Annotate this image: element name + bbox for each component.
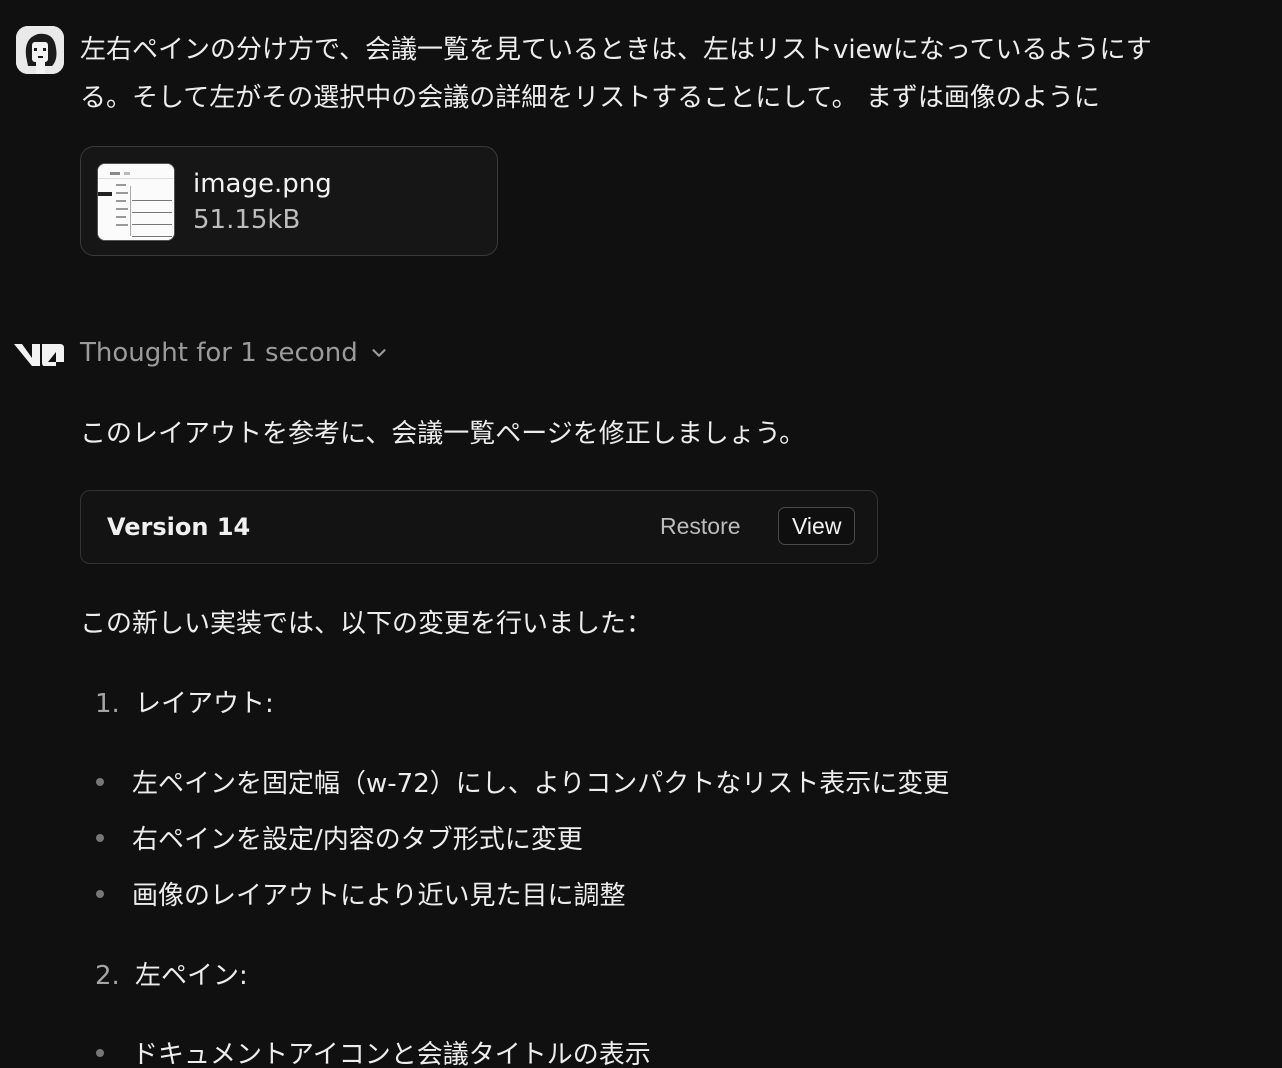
bullet-text: 左ペインを固定幅（w-72）にし、よりコンパクトなリスト表示に変更 — [132, 769, 950, 799]
attachment-filesize: 51.15kB — [193, 205, 301, 235]
bullet-item: 左ペインを固定幅（w-72）にし、よりコンパクトなリスト表示に変更 — [96, 763, 949, 800]
section-title: レイアウト: — [135, 689, 274, 719]
attachment-card[interactable]: image.png 51.15kB — [80, 146, 498, 256]
user-message-line-1: 左右ペインの分け方で、会議一覧を見ているときは、左はリストviewになっているよ… — [80, 35, 1152, 65]
bullet-dot — [96, 777, 104, 786]
ordered-list-item-1: 1. レイアウト: — [95, 683, 274, 720]
chevron-down-icon — [372, 349, 386, 357]
version-title: Version 14 — [107, 513, 251, 541]
bullet-dot — [96, 889, 104, 898]
bullet-item: 画像のレイアウトにより近い見た目に調整 — [96, 875, 625, 912]
user-message-line-2: る。そして左がその選択中の会議の詳細をリストすることにして。 まずは画像のように — [80, 83, 1100, 113]
list-number: 1. — [95, 689, 120, 719]
bullet-text: 右ペインを設定/内容のタブ形式に変更 — [132, 825, 583, 855]
user-message-text: 左右ペインの分け方で、会議一覧を見ているときは、左はリストviewになっているよ… — [80, 26, 1250, 122]
user-avatar — [16, 26, 64, 74]
version-card: Version 14 Restore View — [80, 490, 878, 564]
bullet-dot — [96, 1048, 104, 1057]
attachment-filename: image.png — [193, 169, 332, 199]
section-title: 左ペイン: — [135, 961, 248, 991]
view-button[interactable]: View — [778, 507, 856, 545]
bullet-dot — [96, 833, 104, 842]
restore-button[interactable]: Restore — [646, 507, 755, 545]
bullet-text: ドキュメントアイコンと会議タイトルの表示 — [132, 1040, 651, 1068]
thought-toggle[interactable]: Thought for 1 second — [80, 338, 390, 368]
v0-logo-icon — [14, 340, 64, 368]
thought-label: Thought for 1 second — [80, 338, 358, 368]
ordered-list-item-2: 2. 左ペイン: — [95, 955, 248, 992]
attachment-thumbnail — [97, 163, 175, 241]
assistant-intro-text: このレイアウトを参考に、会議一覧ページを修正しましょう。 — [80, 419, 806, 449]
list-number: 2. — [95, 961, 120, 991]
bullet-item: 右ペインを設定/内容のタブ形式に変更 — [96, 819, 583, 856]
changes-intro-text: この新しい実装では、以下の変更を行いました： — [80, 609, 653, 639]
bullet-item: ドキュメントアイコンと会議タイトルの表示 — [96, 1034, 651, 1068]
bullet-text: 画像のレイアウトにより近い見た目に調整 — [132, 881, 626, 911]
